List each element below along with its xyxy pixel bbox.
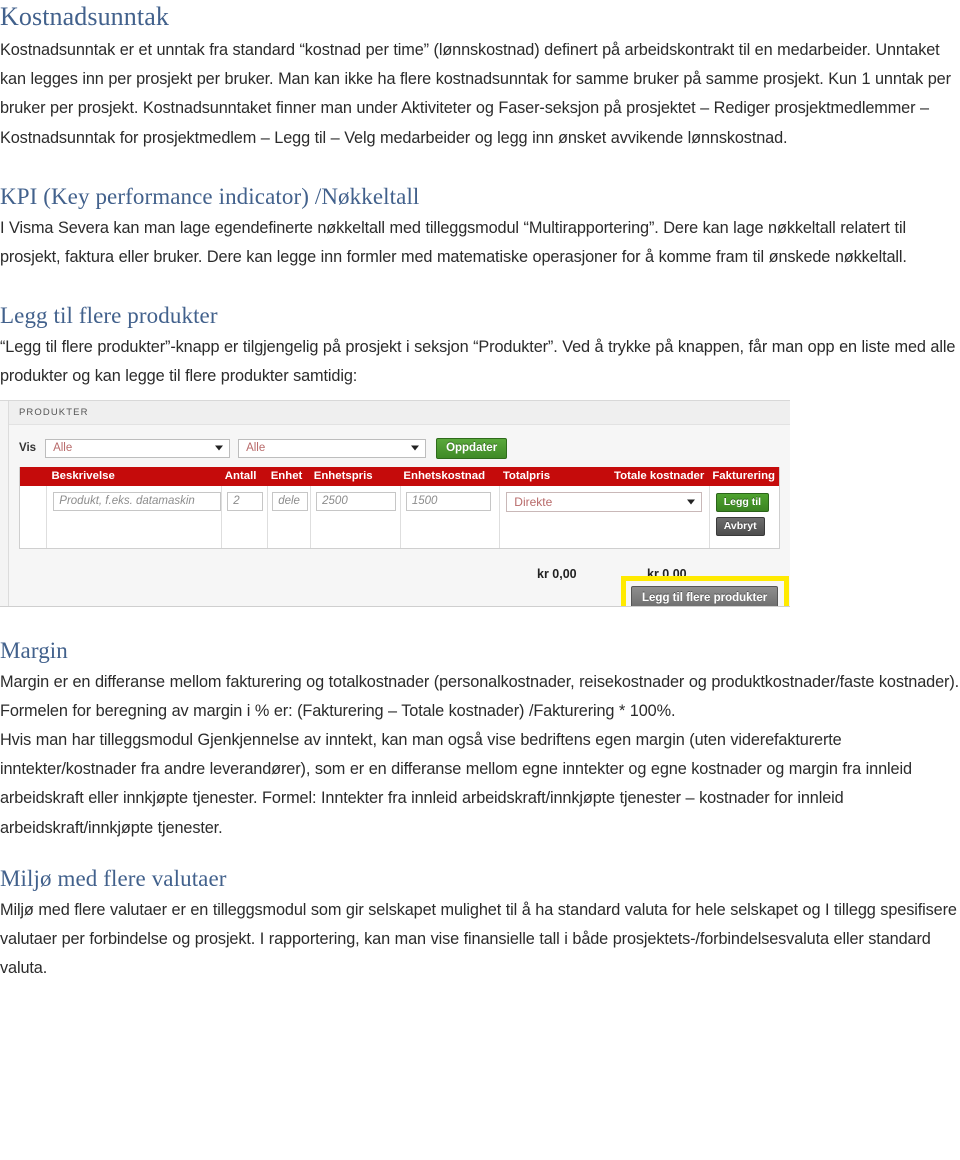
enhetskostnad-input[interactable]: 1500 [405, 491, 491, 511]
legg-til-flere-produkter-button[interactable]: Legg til flere produkter [631, 585, 779, 606]
document-page: Kostnadsunntak Kostnadsunntak er et unnt… [0, 0, 960, 1160]
table-row: Produkt, f.eks. datamaskin 2 dele 2500 1… [20, 485, 779, 548]
filter-label: Vis [19, 442, 37, 455]
enhet-input[interactable]: dele [272, 491, 309, 511]
fakturering-type-value: Direkte [514, 494, 553, 509]
beskrivelse-cell: Produkt, f.eks. datamaskin [47, 486, 222, 548]
enhet-value: dele [278, 495, 300, 508]
table-header-totalpris: Totalpris [502, 470, 551, 483]
table-header-antall: Antall [224, 470, 257, 483]
table-header-enhetspris: Enhetspris [313, 470, 373, 483]
filter-select-1-value: Alle [53, 442, 73, 455]
paragraph-kpi: I Visma Severa kan man lage egendefinert… [0, 218, 907, 267]
antall-value: 2 [233, 495, 240, 508]
embedded-screenshot-produkter: PRODUKTER Vis Alle Alle Oppdater Beskriv… [0, 399, 790, 607]
enhetskostnad-cell: 1500 [399, 485, 499, 548]
table-header-enhet: Enhet [270, 470, 303, 483]
beskrivelse-placeholder: Produkt, f.eks. datamaskin [59, 495, 195, 508]
products-table: Beskrivelse Antall Enhet Enhetspris Enhe… [19, 466, 780, 549]
table-header-fakturering: Fakturering [712, 470, 775, 483]
enhet-cell: dele [267, 485, 310, 548]
beskrivelse-input[interactable]: Produkt, f.eks. datamaskin [53, 491, 222, 511]
chevron-down-icon [215, 445, 224, 451]
produkter-panel-body: Vis Alle Alle Oppdater Beskrivelse Antal… [9, 424, 790, 606]
produkter-panel: PRODUKTER Vis Alle Alle Oppdater Beskriv… [8, 400, 790, 606]
fakturering-type-cell: Direkte [499, 485, 708, 548]
page-title: Kostnadsunntak [0, 2, 169, 31]
row-handle-cell [20, 485, 48, 548]
section-heading-legg-til-flere-produkter: Legg til flere produkter [0, 303, 218, 329]
avbryt-button[interactable]: Avbryt [715, 516, 765, 536]
section-heading-miljo-med-flere-valutaer: Miljø med flere valutaer [0, 865, 227, 891]
filter-select-2-value: Alle [246, 442, 266, 455]
enhetspris-input[interactable]: 2500 [316, 491, 397, 511]
fakturering-type-select[interactable]: Direkte [506, 491, 703, 512]
table-header-row: Beskrivelse Antall Enhet Enhetspris Enhe… [20, 466, 779, 486]
enhetspris-cell: 2500 [310, 485, 400, 548]
produkter-panel-header: PRODUKTER [9, 400, 790, 425]
paragraph-kostnadsunntak: Kostnadsunntak er et unntak fra standard… [0, 41, 951, 147]
total-totalpris: kr 0,00 [537, 566, 577, 581]
row-actions-cell: Legg til Avbryt [708, 485, 779, 548]
chevron-down-icon [687, 499, 696, 505]
enhetskostnad-value: 1500 [411, 495, 438, 508]
produkter-panel-title: PRODUKTER [19, 406, 89, 418]
filter-select-1[interactable]: Alle [45, 438, 231, 458]
table-header-beskrivelse: Beskrivelse [51, 470, 115, 483]
paragraph-miljo-med-flere-valutaer: Miljø med flere valutaer er en tilleggsm… [0, 900, 957, 978]
antall-input[interactable]: 2 [227, 491, 264, 511]
legg-til-button[interactable]: Legg til [715, 492, 770, 512]
paragraph-margin-2: Hvis man har tilleggsmodul Gjenkjennelse… [0, 731, 912, 837]
section-heading-kpi: KPI (Key performance indicator) /Nøkkelt… [0, 183, 420, 209]
table-header-totale-kostnader: Totale kostnader [614, 470, 705, 483]
antall-cell: 2 [221, 485, 267, 548]
chevron-down-icon [411, 445, 420, 451]
section-heading-margin: Margin [0, 637, 68, 663]
filter-row: Vis Alle Alle Oppdater [9, 425, 790, 465]
paragraph-legg-til-flere-produkter: “Legg til flere produkter”-knapp er tilg… [0, 338, 956, 386]
enhetspris-value: 2500 [322, 495, 348, 508]
oppdater-button[interactable]: Oppdater [436, 437, 508, 459]
filter-select-2[interactable]: Alle [238, 438, 427, 458]
table-header-enhetskostnad: Enhetskostnad [403, 470, 486, 483]
paragraph-margin-1: Margin er en differanse mellom faktureri… [0, 672, 960, 720]
